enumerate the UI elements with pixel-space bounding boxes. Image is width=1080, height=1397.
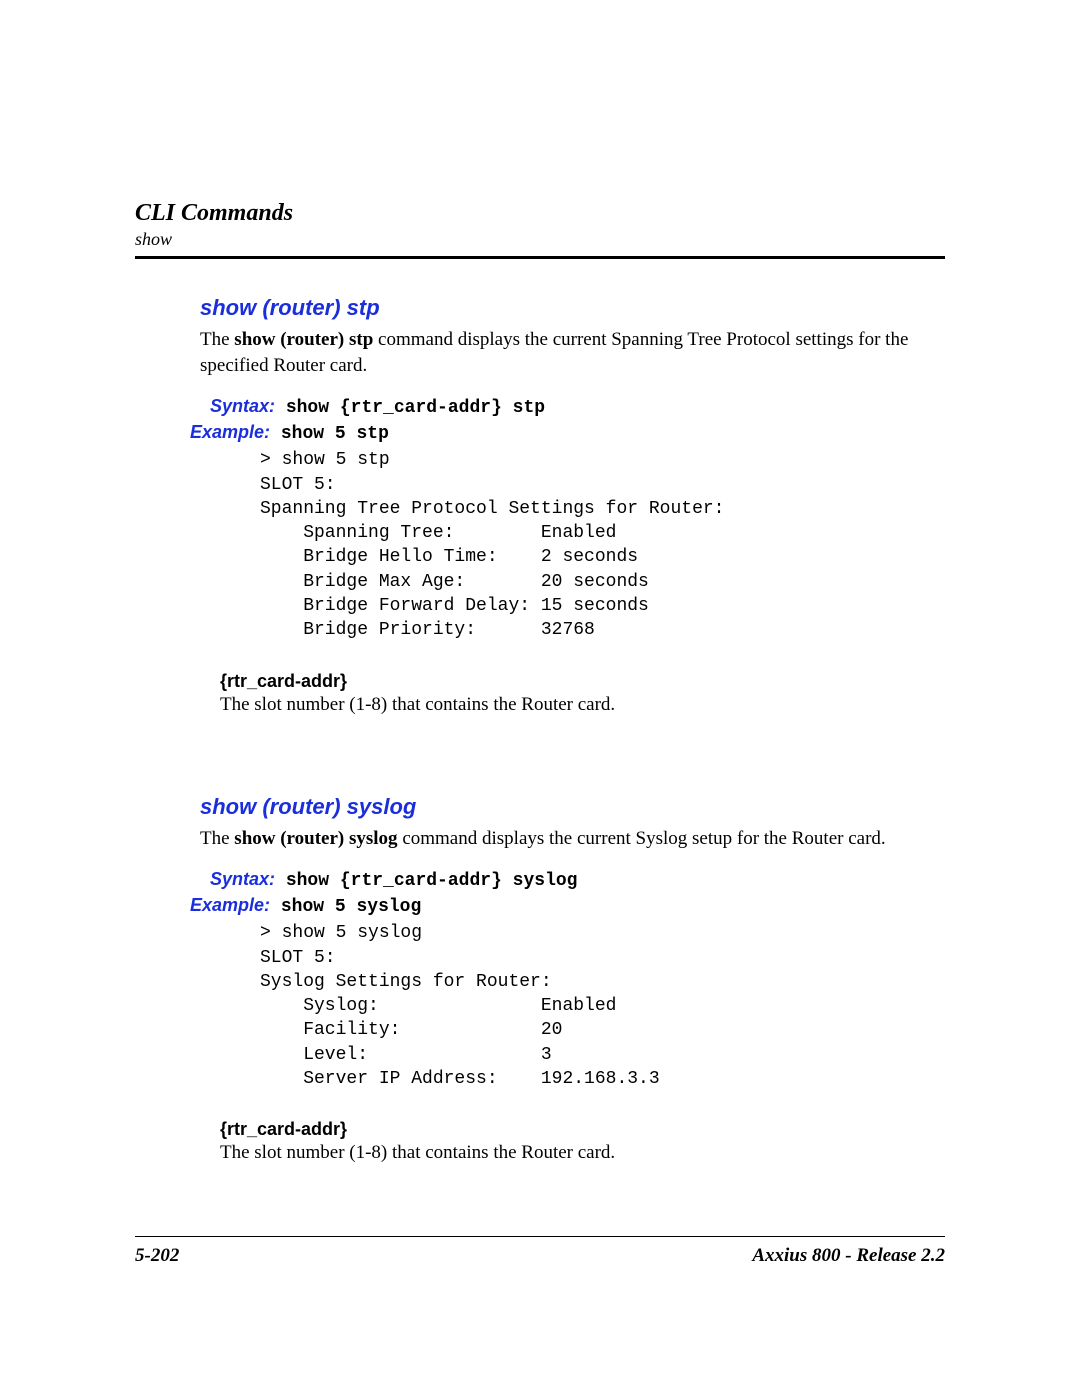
syntax-code: show {rtr_card-addr} stp xyxy=(275,398,545,418)
example-line: Example: show 5 stp xyxy=(190,422,945,444)
example-label: Example: xyxy=(190,422,270,442)
page: CLI Commands show show (router) stp The … xyxy=(0,0,1080,1397)
example-label: Example: xyxy=(190,895,270,915)
example-line: Example: show 5 syslog xyxy=(190,895,945,917)
footer-row: 5-202 Axxius 800 - Release 2.2 xyxy=(135,1245,945,1267)
command-section-stp: show (router) stp The show (router) stp … xyxy=(200,295,945,716)
param-name: {rtr_card-addr} xyxy=(220,1119,945,1140)
param-description: The slot number (1-8) that contains the … xyxy=(220,1142,945,1164)
product-release: Axxius 800 - Release 2.2 xyxy=(752,1245,945,1267)
syntax-code: show {rtr_card-addr} syslog xyxy=(275,871,577,891)
header-rule xyxy=(135,256,945,259)
command-description: The show (router) stp command displays t… xyxy=(200,327,945,378)
page-footer: 5-202 Axxius 800 - Release 2.2 xyxy=(135,1236,945,1267)
syntax-line: Syntax: show {rtr_card-addr} syslog xyxy=(210,869,945,891)
footer-rule xyxy=(135,1236,945,1237)
param-description: The slot number (1-8) that contains the … xyxy=(220,694,945,716)
syntax-label: Syntax: xyxy=(210,396,275,416)
page-content: show (router) stp The show (router) stp … xyxy=(200,295,945,1164)
header-subsection: show xyxy=(135,229,945,250)
example-output: > show 5 syslog SLOT 5: Syslog Settings … xyxy=(260,921,945,1091)
command-title: show (router) syslog xyxy=(200,794,945,820)
syntax-line: Syntax: show {rtr_card-addr} stp xyxy=(210,396,945,418)
command-title: show (router) stp xyxy=(200,295,945,321)
page-number: 5-202 xyxy=(135,1245,179,1267)
desc-command-name: show (router) syslog xyxy=(234,828,397,849)
syntax-label: Syntax: xyxy=(210,869,275,889)
command-section-syslog: show (router) syslog The show (router) s… xyxy=(200,794,945,1165)
example-code: show 5 syslog xyxy=(270,897,421,917)
param-name: {rtr_card-addr} xyxy=(220,671,945,692)
section-gap xyxy=(200,716,945,794)
command-description: The show (router) syslog command display… xyxy=(200,826,945,852)
desc-text: The xyxy=(200,329,234,350)
example-output: > show 5 stp SLOT 5: Spanning Tree Proto… xyxy=(260,448,945,642)
desc-text: command displays the current Syslog setu… xyxy=(398,828,886,849)
desc-command-name: show (router) stp xyxy=(234,329,373,350)
page-header: CLI Commands show xyxy=(135,200,945,259)
example-code: show 5 stp xyxy=(270,424,389,444)
desc-text: The xyxy=(200,828,234,849)
header-chapter: CLI Commands xyxy=(135,200,945,227)
